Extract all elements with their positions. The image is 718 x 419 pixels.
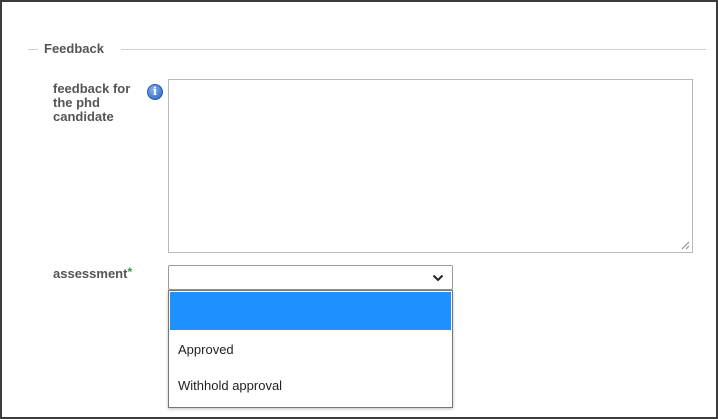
resize-grip-icon[interactable]: [680, 240, 690, 250]
option-blank[interactable]: [170, 292, 451, 330]
assessment-label-text: assessment: [53, 266, 128, 281]
option-withhold-approval[interactable]: Withhold approval: [170, 377, 451, 395]
required-marker: *: [127, 265, 133, 279]
feedback-panel: Feedback feedback for the phd candidate …: [0, 0, 718, 419]
info-icon[interactable]: i: [147, 84, 163, 100]
chevron-down-icon: [432, 274, 444, 282]
assessment-dropdown-list: Approved Withhold approval: [168, 290, 453, 408]
assessment-select[interactable]: [168, 265, 453, 290]
option-approved[interactable]: Approved: [170, 341, 451, 359]
feedback-label: feedback for the phd candidate: [53, 81, 131, 124]
legend-divider-right: [121, 49, 706, 50]
legend-divider-left: [28, 49, 38, 50]
feedback-textarea[interactable]: [168, 79, 693, 253]
fieldset-legend: Feedback: [44, 41, 104, 56]
assessment-label: assessment*: [53, 265, 133, 281]
